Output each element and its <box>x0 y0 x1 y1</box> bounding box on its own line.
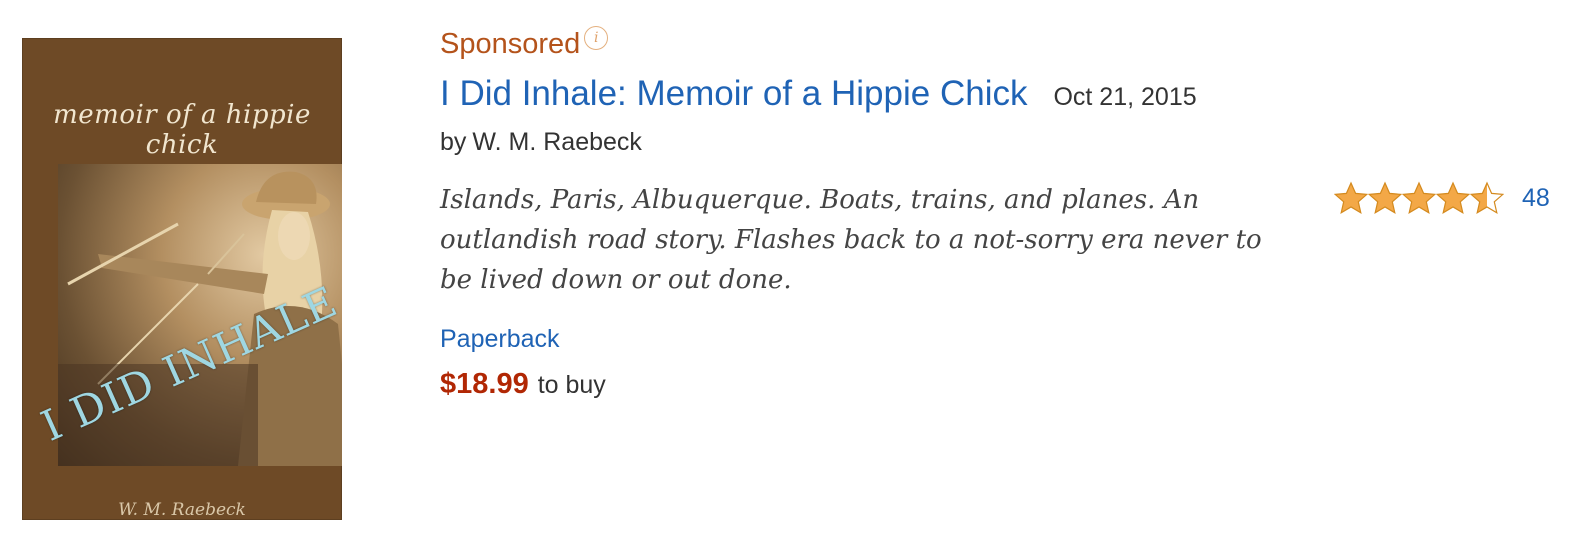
publication-date: Oct 21, 2015 <box>1053 83 1197 111</box>
product-title-link[interactable]: I Did Inhale: Memoir of a Hippie Chick <box>440 74 1027 114</box>
star-shape <box>1436 181 1470 215</box>
cover-title-text: memoir of a hippie chick <box>53 100 311 160</box>
product-description: Islands, Paris, Albuquerque. Boats, trai… <box>440 185 1262 295</box>
price: $18.99 <box>440 368 529 400</box>
rating-count-link[interactable]: 48 <box>1522 184 1550 213</box>
by-label: by <box>440 128 467 156</box>
author-name: W. M. Raebeck <box>472 128 642 156</box>
star-shape <box>1402 181 1436 215</box>
star-shape <box>1368 181 1402 215</box>
star-shape <box>1470 181 1504 215</box>
book-cover-image[interactable]: memoir of a hippie chick I DID INHALE W.… <box>22 38 342 520</box>
price-row: $18.99 to buy <box>440 368 606 401</box>
title-row: I Did Inhale: Memoir of a Hippie Chick O… <box>440 74 1197 114</box>
star-icon <box>1470 181 1504 215</box>
star-shape <box>1334 181 1368 215</box>
search-result-card: memoir of a hippie chick I DID INHALE W.… <box>0 0 1570 556</box>
star-icon <box>1402 181 1436 215</box>
rating: 48 <box>1334 181 1550 215</box>
sponsored-label: Sponsored i <box>440 25 609 61</box>
star-icon <box>1334 181 1368 215</box>
format-link-paperback[interactable]: Paperback <box>440 325 560 354</box>
byline: by W. M. Raebeck <box>440 128 642 157</box>
star-icon <box>1436 181 1470 215</box>
sponsored-text: Sponsored <box>440 28 581 60</box>
star-rating[interactable] <box>1334 181 1504 215</box>
star-icon <box>1368 181 1402 215</box>
cover-author-text: W. M. Raebeck <box>118 500 246 520</box>
info-icon[interactable]: i <box>584 25 609 50</box>
price-suffix: to buy <box>537 371 606 399</box>
